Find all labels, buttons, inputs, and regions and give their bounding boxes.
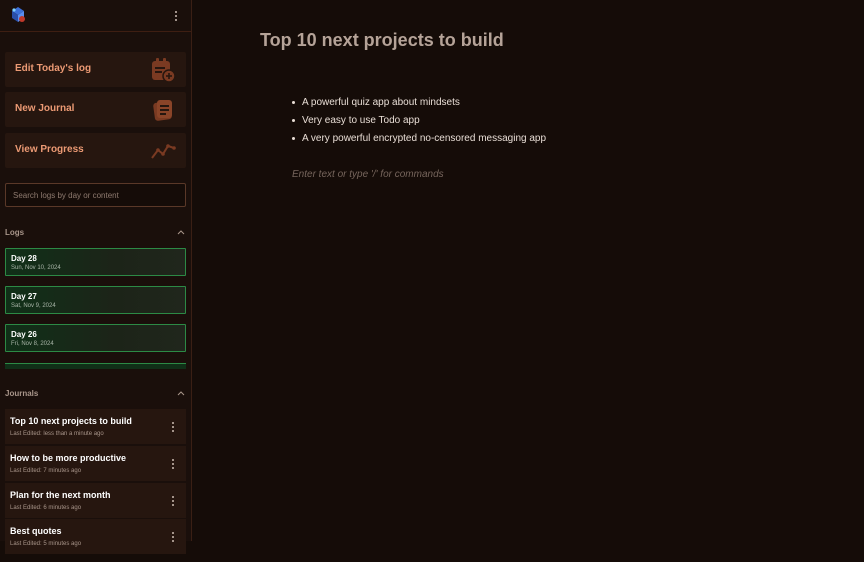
journals-collapse-chevron-up-icon[interactable] xyxy=(177,390,185,396)
journal-item[interactable]: Best quotes Last Edited: 5 minutes ago xyxy=(5,519,186,554)
view-progress-button[interactable]: View Progress xyxy=(5,133,186,168)
journal-title: Best quotes xyxy=(10,526,62,536)
journal-last-edited: Last Edited: 6 minutes ago xyxy=(10,505,82,511)
journal-editor: Top 10 next projects to build A powerful… xyxy=(193,0,864,562)
log-day: Day 26 xyxy=(11,330,37,339)
journal-options-button[interactable] xyxy=(168,493,178,509)
sidebar: Edit Today's log New Journal View Progre… xyxy=(0,0,192,554)
log-date: Sun, Nov 10, 2024 xyxy=(11,265,61,271)
view-progress-label: View Progress xyxy=(15,144,84,155)
journal-title: Plan for the next month xyxy=(10,490,111,500)
search-logs-input[interactable] xyxy=(5,183,186,207)
journal-title: How to be more productive xyxy=(10,453,127,463)
app-logo-icon[interactable] xyxy=(9,6,27,24)
edit-todays-log-label: Edit Today's log xyxy=(15,63,92,74)
logs-section-title: Logs xyxy=(5,228,25,237)
journal-item[interactable]: Plan for the next month Last Edited: 6 m… xyxy=(5,483,186,518)
journal-options-button[interactable] xyxy=(168,456,178,472)
journal-last-edited: Last Edited: 7 minutes ago xyxy=(10,468,82,474)
new-journal-button[interactable]: New Journal xyxy=(5,92,186,127)
sidebar-header xyxy=(0,0,191,32)
journal-last-edited: Last Edited: less than a minute ago xyxy=(10,431,104,437)
journal-title-heading[interactable]: Top 10 next projects to build xyxy=(260,30,504,51)
log-card-day-27[interactable]: Day 27 Sat, Nov 9, 2024 xyxy=(5,286,186,314)
log-date: Fri, Nov 8, 2024 xyxy=(11,341,54,347)
calendar-edit-icon xyxy=(152,58,176,83)
journal-item[interactable]: How to be more productive Last Edited: 7… xyxy=(5,446,186,481)
bullet-list[interactable]: A powerful quiz app about mindsets Very … xyxy=(292,97,546,151)
notebook-icon xyxy=(153,100,172,121)
journal-last-edited: Last Edited: 5 minutes ago xyxy=(10,541,82,547)
sidebar-menu-button[interactable] xyxy=(171,8,181,24)
bullet-item[interactable]: A powerful quiz app about mindsets xyxy=(292,97,546,115)
new-journal-label: New Journal xyxy=(15,103,75,114)
app-window: Edit Today's log New Journal View Progre… xyxy=(0,0,864,562)
edit-todays-log-button[interactable]: Edit Today's log xyxy=(5,52,186,87)
journal-title: Top 10 next projects to build xyxy=(10,416,132,426)
journal-options-button[interactable] xyxy=(168,529,178,545)
log-date: Sat, Nov 9, 2024 xyxy=(11,303,56,309)
log-day: Day 28 xyxy=(11,254,37,263)
journal-options-button[interactable] xyxy=(168,419,178,435)
bullet-item[interactable]: A very powerful encrypted no-censored me… xyxy=(292,133,546,151)
log-card-partial[interactable] xyxy=(5,363,186,369)
logs-collapse-chevron-up-icon[interactable] xyxy=(177,229,185,235)
journals-section-title: Journals xyxy=(5,389,39,398)
log-day: Day 27 xyxy=(11,292,37,301)
log-card-day-28[interactable]: Day 28 Sun, Nov 10, 2024 xyxy=(5,248,186,276)
log-card-day-26[interactable]: Day 26 Fri, Nov 8, 2024 xyxy=(5,324,186,352)
journal-item[interactable]: Top 10 next projects to build Last Edite… xyxy=(5,409,186,444)
editor-input-placeholder[interactable]: Enter text or type '/' for commands xyxy=(292,169,444,180)
bullet-item[interactable]: Very easy to use Todo app xyxy=(292,115,546,133)
trend-line-icon xyxy=(151,144,176,159)
